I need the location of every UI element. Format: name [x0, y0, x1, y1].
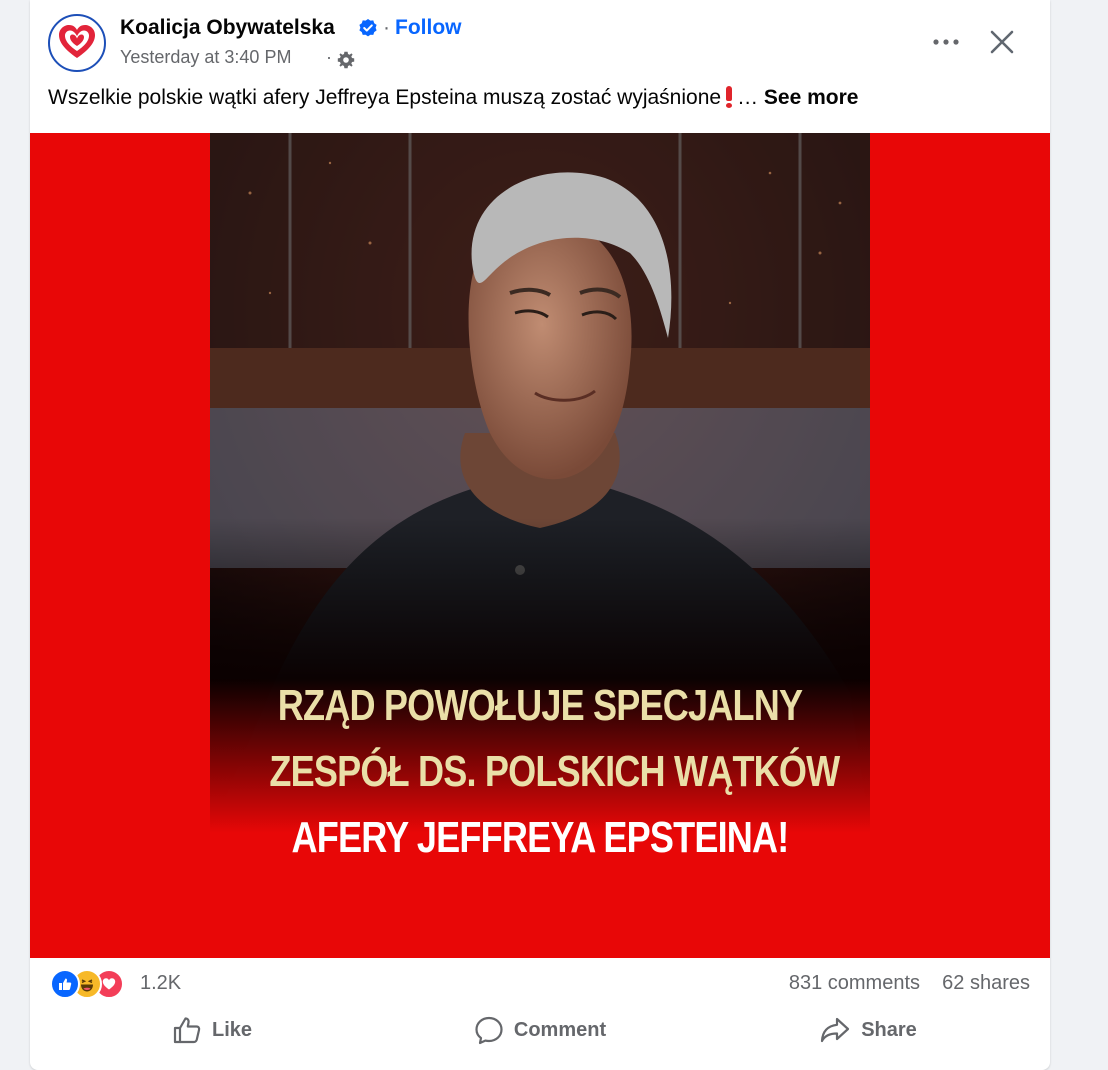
comment-bubble-icon [475, 1016, 503, 1045]
comments-count[interactable]: 831 comments [789, 972, 920, 995]
post-timestamp[interactable]: Yesterday at 3:40 PM [120, 47, 291, 68]
engagement-stats: 1.2K 831 comments 62 shares [48, 966, 1032, 1002]
post-card: Koalicja Obywatelska · Follow Yesterday … [30, 0, 1050, 1070]
ellipsis: … [737, 86, 759, 109]
reaction-count[interactable]: 1.2K [140, 972, 181, 995]
close-button[interactable] [982, 22, 1022, 62]
verified-badge-icon [358, 18, 378, 43]
headline-line-2: ZESPÓŁ DS. POLSKICH WĄTKÓW [269, 747, 840, 796]
share-arrow-icon [821, 1017, 850, 1043]
shares-count[interactable]: 62 shares [942, 972, 1030, 995]
more-options-button[interactable] [926, 24, 966, 60]
post-body-text: Wszelkie polskie wątki afery Jeffreya Ep… [48, 86, 722, 109]
image-headline: RZĄD POWOŁUJE SPECJALNY ZESPÓŁ DS. POLSK… [269, 673, 840, 871]
page-name[interactable]: Koalicja Obywatelska [120, 16, 335, 40]
post-image[interactable]: RZĄD POWOŁUJE SPECJALNY ZESPÓŁ DS. POLSK… [30, 133, 1050, 958]
post-actions: Like Comment Share [48, 1008, 1032, 1052]
like-label: Like [211, 1018, 253, 1041]
like-button[interactable]: Like [48, 1008, 376, 1052]
heart-logo-icon [59, 25, 95, 58]
comment-label: Comment [513, 1018, 607, 1041]
share-label: Share [861, 1018, 917, 1041]
post-header: Koalicja Obywatelska · Follow Yesterday … [48, 14, 1032, 76]
share-button[interactable]: Share [704, 1008, 1032, 1052]
headline-line-1: RZĄD POWOŁUJE SPECJALNY [277, 681, 803, 730]
follow-button[interactable]: Follow [395, 16, 462, 40]
page-avatar[interactable] [48, 14, 106, 72]
like-icon [50, 969, 80, 999]
more-dots-icon [933, 39, 959, 45]
close-icon [990, 30, 1014, 54]
post-text: Wszelkie polskie wątki afery Jeffreya Ep… [48, 86, 858, 110]
comment-button[interactable]: Comment [376, 1008, 704, 1052]
reaction-icons[interactable] [50, 969, 124, 999]
timestamp-separator: · [326, 47, 332, 67]
see-more-link[interactable]: See more [764, 86, 859, 109]
exclamation-emoji-icon [725, 86, 733, 108]
gear-icon[interactable] [337, 51, 355, 74]
name-separator: · [383, 16, 390, 39]
thumbs-up-icon [173, 1017, 201, 1044]
headline-line-3: AFERY JEFFREYA EPSTEINA! [291, 813, 790, 862]
